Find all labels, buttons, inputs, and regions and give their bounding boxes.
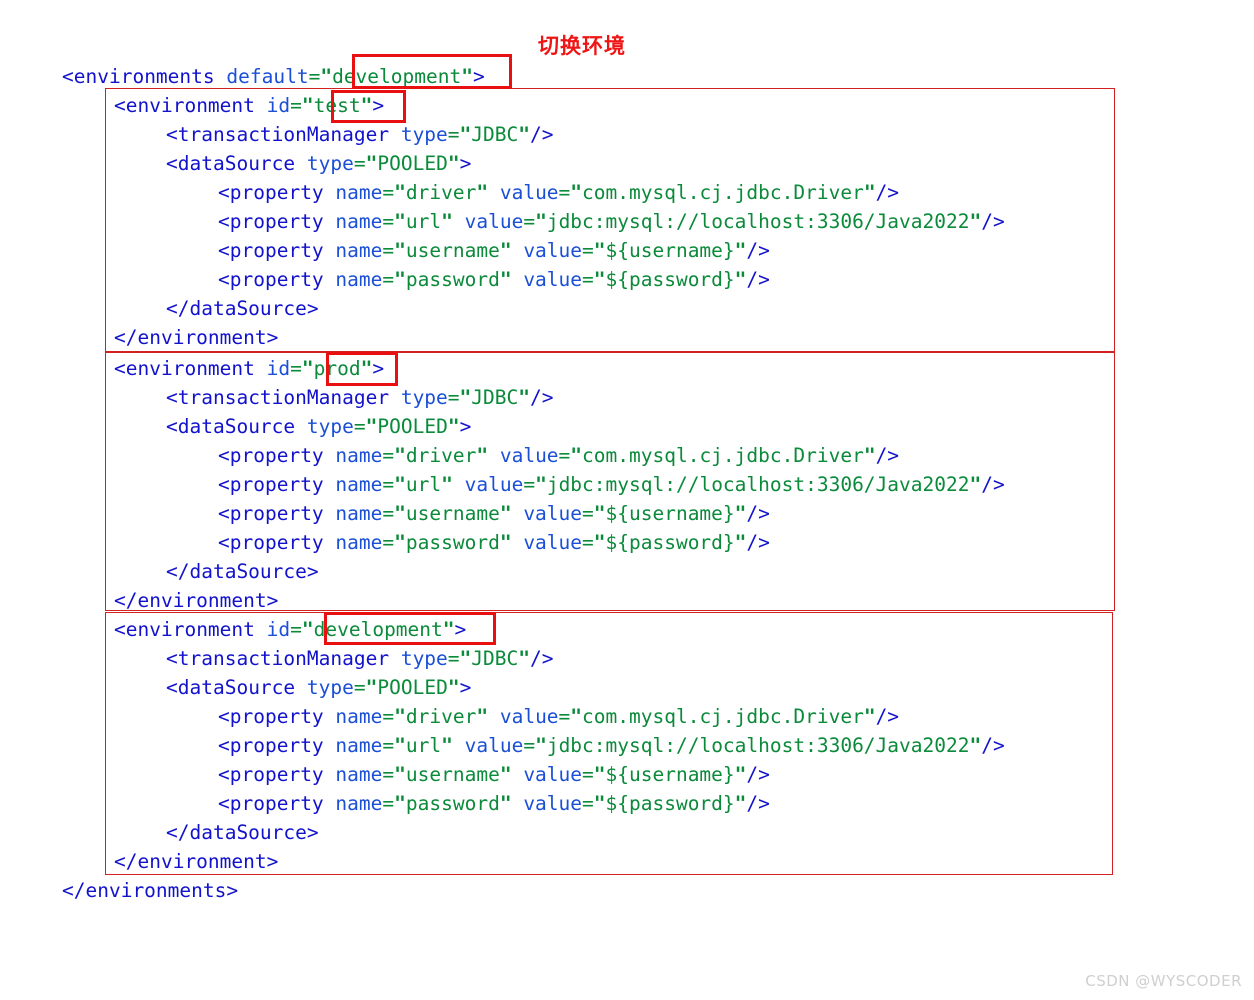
code-line: </dataSource> <box>166 297 319 320</box>
code-line: <dataSource type="POOLED"> <box>166 676 472 699</box>
code-line: <property name="username" value="${usern… <box>218 239 770 262</box>
code-line: <dataSource type="POOLED"> <box>166 415 472 438</box>
code-line: <dataSource type="POOLED"> <box>166 152 472 175</box>
code-line: <transactionManager type="JDBC"/> <box>166 386 554 409</box>
code-line: <transactionManager type="JDBC"/> <box>166 123 554 146</box>
code-line: <property name="url" value="jdbc:mysql:/… <box>218 210 1005 233</box>
code-line: </environment> <box>114 850 279 873</box>
code-line: <property name="url" value="jdbc:mysql:/… <box>218 734 1005 757</box>
code-line: </environment> <box>114 589 279 612</box>
code-line: </environment> <box>114 326 279 349</box>
code-canvas: <environments default="development"> <env… <box>0 0 1254 1000</box>
code-line: </dataSource> <box>166 821 319 844</box>
code-line: <property name="password" value="${passw… <box>218 792 770 815</box>
code-line: <property name="driver" value="com.mysql… <box>218 705 900 728</box>
code-line: <transactionManager type="JDBC"/> <box>166 647 554 670</box>
code-line: <environment id="test"> <box>114 94 385 117</box>
code-line: <property name="url" value="jdbc:mysql:/… <box>218 473 1005 496</box>
code-line: <environment id="development"> <box>114 618 467 641</box>
code-line: <property name="username" value="${usern… <box>218 763 770 786</box>
switch-environment-annotation: 切换环境 <box>538 34 626 58</box>
code-line: </environments> <box>62 879 239 902</box>
code-line: <property name="password" value="${passw… <box>218 531 770 554</box>
code-line: </dataSource> <box>166 560 319 583</box>
code-line: <environments default="development"> <box>62 65 485 88</box>
code-line: <property name="password" value="${passw… <box>218 268 770 291</box>
csdn-watermark: CSDN @WYSCODER <box>1085 972 1242 990</box>
code-line: <property name="driver" value="com.mysql… <box>218 444 900 467</box>
code-line: <property name="driver" value="com.mysql… <box>218 181 900 204</box>
code-line: <property name="username" value="${usern… <box>218 502 770 525</box>
code-line: <environment id="prod"> <box>114 357 385 380</box>
